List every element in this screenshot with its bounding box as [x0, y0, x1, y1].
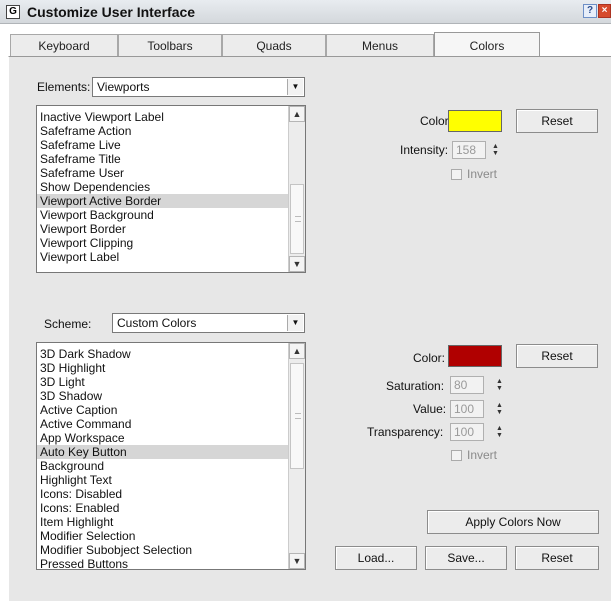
- close-button[interactable]: ×: [598, 4, 611, 18]
- list-item[interactable]: 3D Highlight: [37, 361, 305, 375]
- scroll-down-icon[interactable]: ▼: [289, 553, 305, 569]
- list-item[interactable]: Viewport Border: [37, 222, 305, 236]
- scheme-invert-label: Invert: [467, 448, 498, 462]
- transparency-spinner-icon[interactable]: ▲ ▼: [495, 425, 504, 439]
- help-button[interactable]: ?: [583, 4, 597, 18]
- scroll-up-icon[interactable]: ▲: [289, 106, 305, 122]
- list-item[interactable]: Safeframe Title: [37, 152, 305, 166]
- list-item[interactable]: 3D Shadow: [37, 389, 305, 403]
- transparency-label: Transparency:: [367, 425, 444, 439]
- grip-icon: [295, 216, 301, 222]
- scroll-down-icon[interactable]: ▼: [289, 256, 305, 272]
- tab-colors[interactable]: Colors: [434, 32, 540, 58]
- scheme-label: Scheme:: [44, 317, 92, 331]
- scheme-color-label: Color:: [413, 351, 446, 365]
- list-item[interactable]: Safeframe User: [37, 166, 305, 180]
- element-invert-checkbox[interactable]: [451, 169, 462, 180]
- value-field[interactable]: 100: [450, 400, 484, 418]
- list-item[interactable]: 3D Dark Shadow: [37, 347, 305, 361]
- app-icon: G: [6, 5, 20, 19]
- scroll-up-icon[interactable]: ▲: [289, 343, 305, 359]
- list-item[interactable]: Active Caption: [37, 403, 305, 417]
- element-color-swatch[interactable]: [448, 110, 502, 132]
- title-bar: G Customize User Interface ? ×: [0, 0, 611, 24]
- scheme-color-swatch[interactable]: [448, 345, 502, 367]
- value-label: Value:: [413, 402, 447, 416]
- tab-menus[interactable]: Menus: [326, 34, 434, 57]
- save-button[interactable]: Save...: [425, 546, 507, 570]
- colors-panel: Elements: Viewports ▼ Inactive Viewport …: [8, 56, 611, 601]
- elements-scrollbar[interactable]: ▲ ▼: [288, 106, 305, 272]
- list-item[interactable]: Inactive Viewport Label: [37, 110, 305, 124]
- scroll-thumb[interactable]: [290, 363, 304, 469]
- footer-reset-button[interactable]: Reset: [515, 546, 599, 570]
- apply-colors-now-button[interactable]: Apply Colors Now: [427, 510, 599, 534]
- element-reset-button[interactable]: Reset: [516, 109, 598, 133]
- element-invert-label: Invert: [467, 167, 498, 181]
- elements-list[interactable]: Inactive Viewport Label Safeframe Action…: [36, 105, 306, 273]
- list-item[interactable]: Show Dependencies: [37, 180, 305, 194]
- elements-selected-value: Viewports: [97, 80, 150, 94]
- list-item[interactable]: Viewport Background: [37, 208, 305, 222]
- list-item[interactable]: Safeframe Live: [37, 138, 305, 152]
- list-item[interactable]: Modifier Selection: [37, 529, 305, 543]
- tab-quads[interactable]: Quads: [222, 34, 326, 57]
- scheme-list[interactable]: 3D Dark Shadow 3D Highlight 3D Light 3D …: [36, 342, 306, 570]
- chevron-down-icon[interactable]: ▼: [287, 79, 303, 95]
- list-item[interactable]: Active Command: [37, 417, 305, 431]
- list-item[interactable]: 3D Light: [37, 375, 305, 389]
- list-item[interactable]: Item Highlight: [37, 515, 305, 529]
- intensity-field[interactable]: 158: [452, 141, 486, 159]
- list-item[interactable]: Background: [37, 459, 305, 473]
- scheme-scrollbar[interactable]: ▲ ▼: [288, 343, 305, 569]
- list-item[interactable]: Modifier Subobject Selection: [37, 543, 305, 557]
- saturation-label: Saturation:: [386, 379, 445, 393]
- grip-icon: [295, 413, 301, 419]
- list-item-selected[interactable]: Viewport Active Border: [37, 194, 305, 208]
- list-item-selected[interactable]: Auto Key Button: [37, 445, 305, 459]
- scheme-invert-checkbox[interactable]: [451, 450, 462, 461]
- scheme-dropdown[interactable]: Custom Colors ▼: [112, 313, 305, 333]
- tab-keyboard[interactable]: Keyboard: [10, 34, 118, 57]
- list-item[interactable]: Pressed Buttons: [37, 557, 305, 569]
- list-item[interactable]: Safeframe Action: [37, 124, 305, 138]
- chevron-down-icon[interactable]: ▼: [287, 315, 303, 331]
- tab-bar: Keyboard Toolbars Quads Menus Colors: [10, 32, 608, 58]
- saturation-spinner-icon[interactable]: ▲ ▼: [495, 378, 504, 392]
- scroll-thumb[interactable]: [290, 184, 304, 254]
- value-spinner-icon[interactable]: ▲ ▼: [495, 402, 504, 416]
- load-button[interactable]: Load...: [335, 546, 417, 570]
- tab-toolbars[interactable]: Toolbars: [118, 34, 222, 57]
- elements-dropdown[interactable]: Viewports ▼: [92, 77, 305, 97]
- transparency-field[interactable]: 100: [450, 423, 484, 441]
- elements-label: Elements:: [37, 80, 91, 94]
- intensity-label: Intensity:: [400, 143, 449, 157]
- window-title: Customize User Interface: [27, 4, 196, 20]
- saturation-field[interactable]: 80: [450, 376, 484, 394]
- scheme-reset-button[interactable]: Reset: [516, 344, 598, 368]
- list-item[interactable]: Highlight Text: [37, 473, 305, 487]
- list-item[interactable]: Viewport Label: [37, 250, 305, 264]
- list-item[interactable]: App Workspace: [37, 431, 305, 445]
- list-item[interactable]: Icons: Disabled: [37, 487, 305, 501]
- intensity-spinner-icon[interactable]: ▲ ▼: [491, 143, 500, 157]
- list-item[interactable]: Viewport Clipping: [37, 236, 305, 250]
- list-item[interactable]: Icons: Enabled: [37, 501, 305, 515]
- scheme-selected-value: Custom Colors: [117, 316, 197, 330]
